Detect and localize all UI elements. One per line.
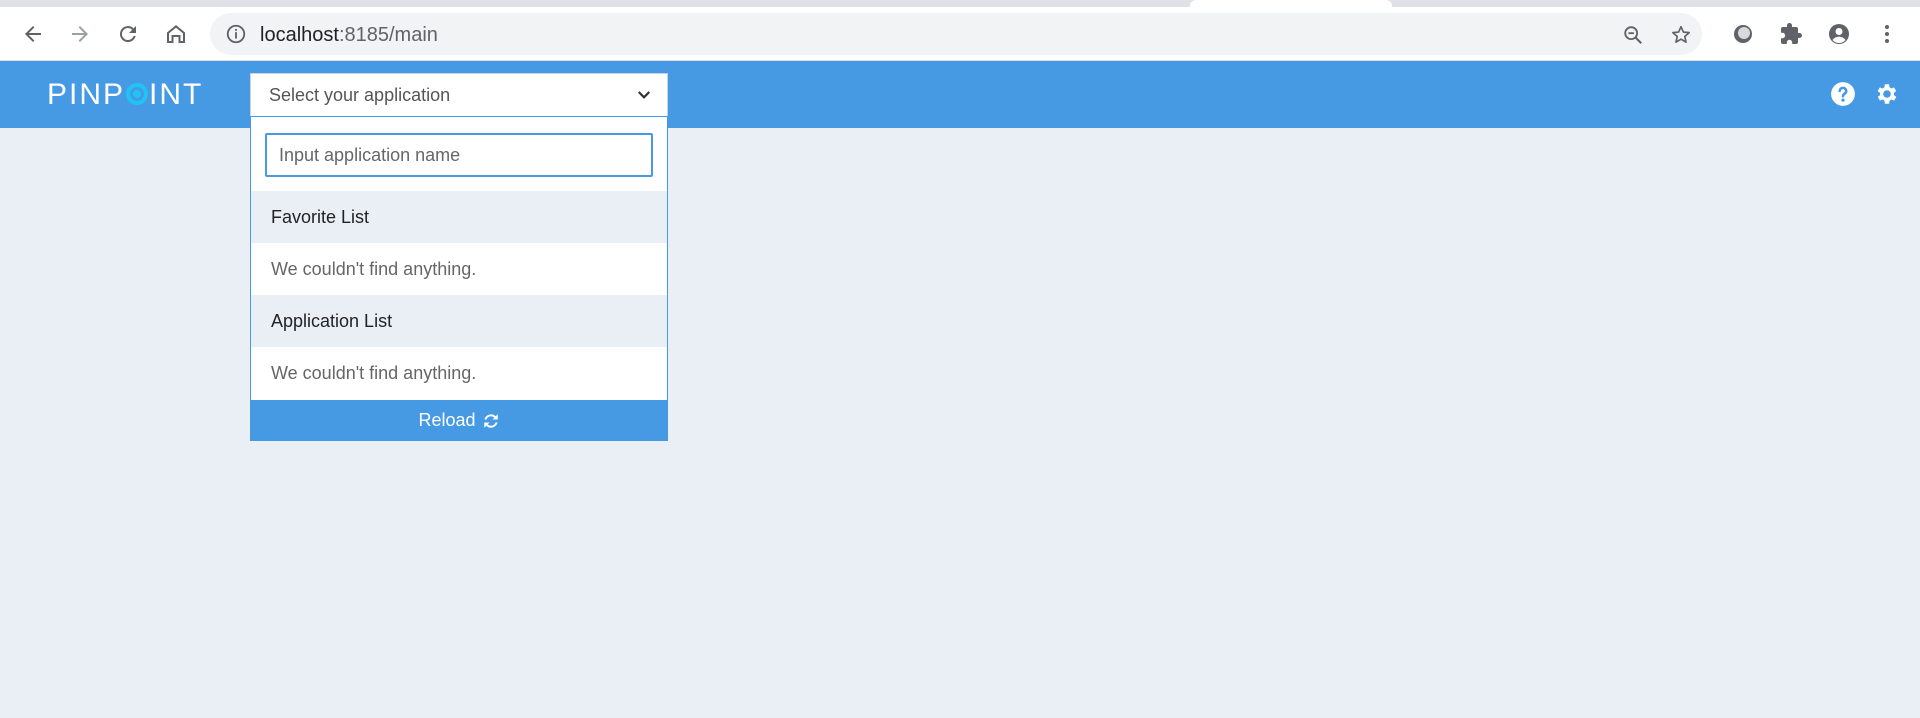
application-search-input[interactable] xyxy=(267,135,651,175)
settings-gear-icon[interactable] xyxy=(1874,81,1900,107)
reload-button-label: Reload xyxy=(418,410,476,430)
browser-menu-icon[interactable] xyxy=(1872,19,1902,49)
chevron-down-icon xyxy=(635,86,653,104)
extensions-puzzle-icon[interactable] xyxy=(1776,19,1806,49)
logo-text-right: INT xyxy=(149,78,204,111)
back-icon[interactable] xyxy=(18,19,48,49)
reload-button[interactable]: Reload xyxy=(250,400,668,441)
application-list-header: Application List xyxy=(251,295,667,347)
site-info-icon[interactable] xyxy=(225,23,247,45)
reload-page-icon[interactable] xyxy=(113,19,143,49)
forward-icon[interactable] xyxy=(65,19,95,49)
extension-circle-icon[interactable] xyxy=(1728,19,1758,49)
home-icon[interactable] xyxy=(161,19,191,49)
logo-target-icon xyxy=(126,83,149,105)
favorite-list-empty: We couldn't find anything. xyxy=(251,243,667,295)
logo-text-left: PINP xyxy=(47,78,126,111)
address-bar[interactable]: localhost:8185/main xyxy=(210,13,1702,55)
application-select[interactable]: Select your application xyxy=(250,73,668,117)
application-list-empty: We couldn't find anything. xyxy=(251,347,667,399)
help-icon[interactable] xyxy=(1830,81,1856,107)
url-path: :8185/main xyxy=(338,24,438,46)
url-host: localhost xyxy=(260,24,339,46)
pinpoint-logo[interactable]: PINP INT xyxy=(47,78,203,112)
browser-tabstrip xyxy=(0,0,1920,7)
application-dropdown: Favorite List We couldn't find anything.… xyxy=(250,116,668,441)
url-text: localhost:8185/main xyxy=(260,24,438,47)
application-search-wrapper xyxy=(265,133,653,177)
favorite-list-header: Favorite List xyxy=(251,191,667,243)
refresh-icon xyxy=(483,413,498,428)
zoom-icon[interactable] xyxy=(1620,22,1646,48)
browser-toolbar: localhost:8185/main xyxy=(0,7,1920,61)
application-select-label: Select your application xyxy=(269,85,451,105)
bookmark-star-icon[interactable] xyxy=(1668,22,1694,48)
profile-avatar-icon[interactable] xyxy=(1824,19,1854,49)
